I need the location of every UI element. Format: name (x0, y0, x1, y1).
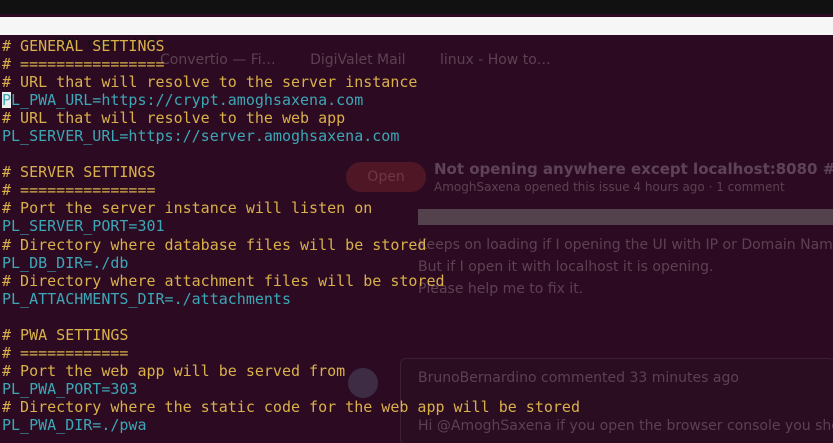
config-setting-line[interactable]: PL_ATTACHMENTS_DIR=./attachments (2, 290, 580, 308)
editor-text-area[interactable]: # GENERAL SETTINGS # ================ # UR… (2, 37, 580, 434)
comment-line[interactable]: # Directory where attachment files will … (2, 272, 580, 290)
line-text: L_PWA_URL=https://crypt.amoghsaxena.com (11, 91, 364, 110)
terminal-window: Convertio — Fi… DigiValet Mail linux - H… (0, 0, 833, 443)
config-setting-line[interactable]: PL_SERVER_URL=https://server.amoghsaxena… (2, 127, 580, 145)
blank-line[interactable] (2, 145, 580, 163)
config-setting-line[interactable]: PL_PWA_URL=https://crypt.amoghsaxena.com (2, 91, 580, 109)
system-top-bar (0, 0, 833, 14)
config-setting-line[interactable]: PL_DB_DIR=./db (2, 254, 580, 272)
comment-line[interactable]: # Directory where database files will be… (2, 236, 580, 254)
comment-line[interactable]: # Port the server instance will listen o… (2, 199, 580, 217)
config-setting-line[interactable]: PL_SERVER_PORT=301 (2, 217, 580, 235)
blank-line[interactable] (2, 308, 580, 326)
config-setting-line[interactable]: PL_PWA_PORT=303 (2, 380, 580, 398)
comment-line[interactable]: # ============ (2, 344, 580, 362)
comment-line[interactable]: # Port the web app will be served from (2, 362, 580, 380)
config-setting-line[interactable]: PL_PWA_DIR=./pwa (2, 416, 580, 434)
comment-line[interactable]: # URL that will resolve to the web app (2, 109, 580, 127)
comment-line[interactable]: # =============== (2, 181, 580, 199)
line-text: P (2, 91, 12, 110)
nano-title-bar: GNU nano 4.8 (0, 17, 833, 52)
comment-line[interactable]: # Directory where the static code for th… (2, 398, 580, 416)
comment-line[interactable]: # ================ (2, 55, 580, 73)
comment-line[interactable]: # URL that will resolve to the server in… (2, 73, 580, 91)
comment-line[interactable]: # SERVER SETTINGS (2, 163, 580, 181)
comment-line[interactable]: # PWA SETTINGS (2, 326, 580, 344)
comment-line[interactable]: # GENERAL SETTINGS (2, 37, 580, 55)
